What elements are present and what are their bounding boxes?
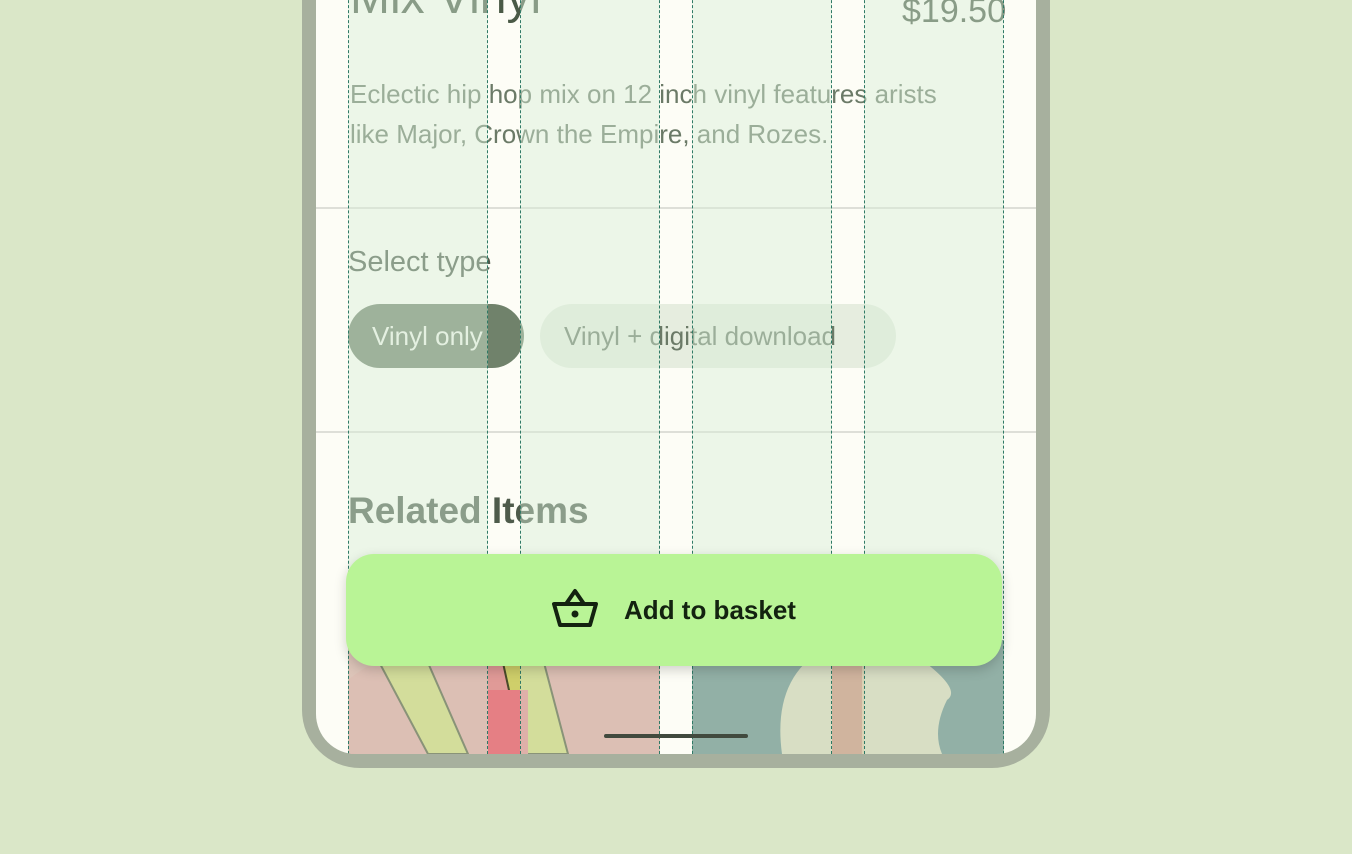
divider [316, 207, 1036, 209]
basket-icon [552, 588, 599, 633]
gesture-handle[interactable] [604, 734, 748, 738]
chip-vinyl-digital[interactable]: Vinyl + digital download [540, 304, 896, 368]
product-price: $19.50 [902, 0, 1006, 30]
chip-vinyl-only[interactable]: Vinyl only [348, 304, 524, 368]
divider [316, 431, 1036, 433]
add-to-basket-label: Add to basket [624, 594, 796, 625]
product-description: Eclectic hip hop mix on 12 inch vinyl fe… [350, 79, 937, 149]
product-title: Mix Vinyl [350, 0, 541, 25]
add-to-basket-button[interactable]: Add to basket [346, 554, 1002, 666]
select-type-label: Select type [348, 246, 492, 278]
related-items-heading: Related Items [348, 490, 589, 531]
